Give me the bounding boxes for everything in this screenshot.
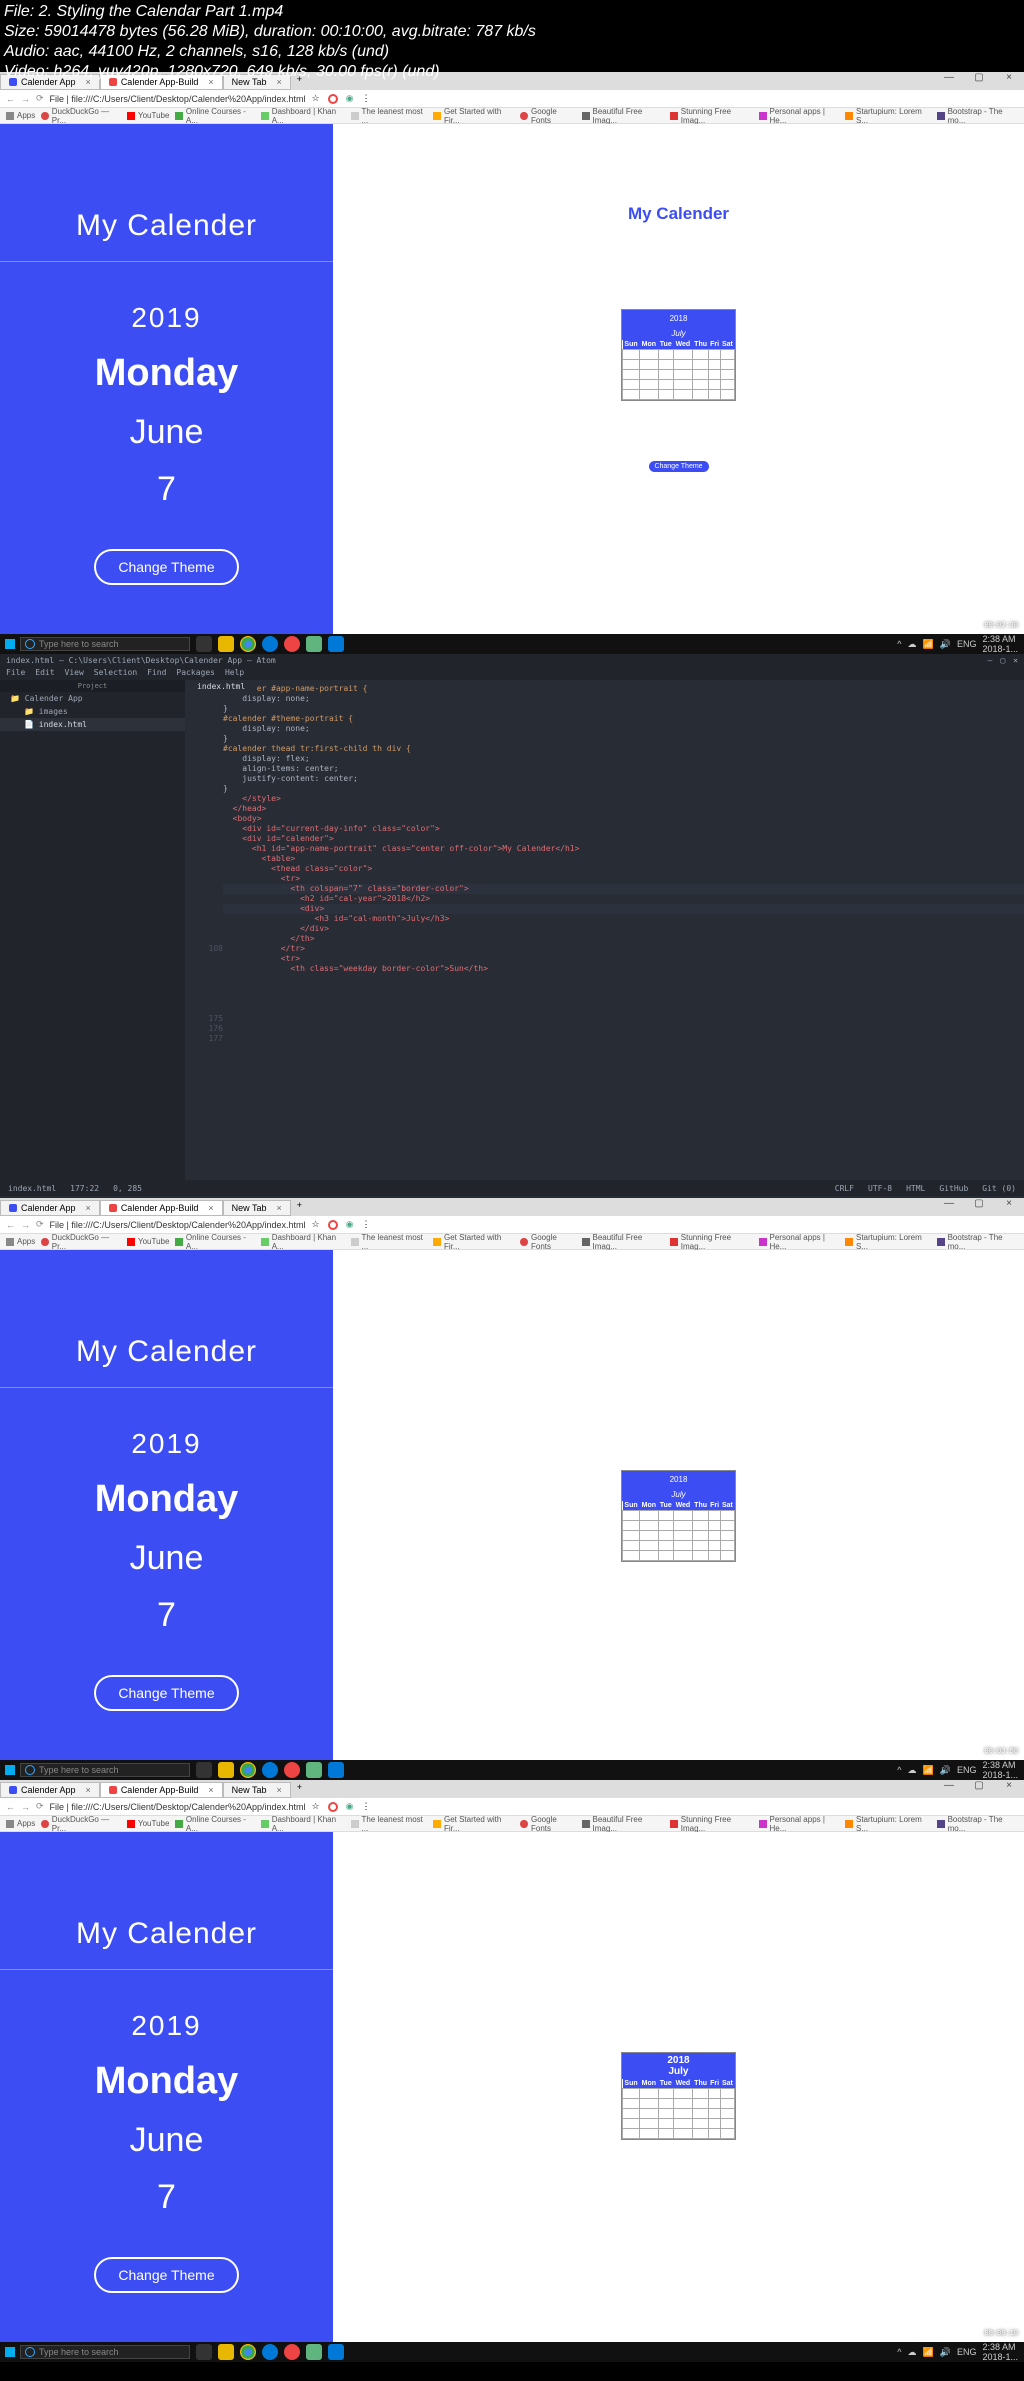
project-tree: Project 📁 Calender App 📁 images 📄 index.…	[0, 680, 185, 1180]
tree-folder[interactable]: 📁 Calender App	[0, 692, 185, 705]
bookmark-item[interactable]: DuckDuckGo — Pr...	[41, 107, 121, 125]
bookmark-item[interactable]: Google Fonts	[520, 107, 576, 125]
video-timestamp: 00:03:50	[984, 1748, 1018, 1756]
screenshot-1: Calender App× Calender App-Build× New Ta…	[0, 72, 1024, 654]
change-theme-pill[interactable]: Change Theme	[649, 461, 709, 472]
start-button[interactable]	[0, 634, 20, 654]
current-date: 7	[157, 470, 176, 509]
current-weekday: Monday	[95, 352, 239, 395]
bookmark-item[interactable]: Bootstrap - The mo...	[937, 107, 1018, 125]
atom-editor: index.html — C:\Users\Client\Desktop\Cal…	[0, 654, 1024, 1198]
status-sel: 0, 285	[113, 1184, 142, 1193]
screenshot-3: Calender App×Calender App-Build×New Tab×…	[0, 1780, 1024, 2362]
menu-item[interactable]: Find	[147, 668, 166, 680]
atom-titlebar: index.html — C:\Users\Client\Desktop\Cal…	[0, 654, 1024, 668]
opera-icon[interactable]	[284, 636, 300, 652]
main-panel: My Calender 2018 July SunMonTueWedThuFri…	[333, 124, 1024, 634]
windows-icon	[5, 639, 15, 649]
maximize-icon[interactable]: ▢	[1000, 656, 1005, 666]
minimize-icon[interactable]: —	[988, 656, 993, 666]
vscode-icon[interactable]	[328, 636, 344, 652]
status-github[interactable]: GitHub	[939, 1184, 968, 1193]
video-timestamp: 00:08:10	[984, 2330, 1018, 2338]
status-eol[interactable]: CRLF	[835, 1184, 854, 1193]
change-theme-button[interactable]: Change Theme	[94, 549, 238, 585]
menu-icon[interactable]: ⋮	[361, 93, 370, 104]
bookmark-item[interactable]: Startupium: Lorem S...	[845, 107, 931, 125]
reload-icon[interactable]: ⟳	[36, 93, 44, 104]
bookmark-item[interactable]: Stunning Free Imag...	[670, 107, 753, 125]
mini-month: July	[622, 327, 735, 340]
star-icon[interactable]: ☆	[312, 93, 320, 104]
app-title: My Calender	[0, 209, 333, 262]
opera-icon[interactable]	[328, 94, 338, 104]
code-editor[interactable]: 108 175176177 #calender #app-name-portra…	[185, 680, 1024, 1180]
mini-calendar: 2018 July SunMonTueWedThuFriSat	[621, 309, 736, 401]
mini-calendar-table: SunMonTueWedThuFriSat	[622, 340, 735, 400]
address-bar: ← → ⟳ File | file:///C:/Users/Client/Des…	[0, 90, 1024, 108]
onedrive-icon[interactable]: ☁	[908, 639, 917, 650]
tree-file[interactable]: 📄 index.html	[0, 718, 185, 731]
media-info-overlay: File: 2. Styling the Calendar Part 1.mp4…	[0, 0, 540, 84]
tree-folder[interactable]: 📁 images	[0, 705, 185, 718]
close-icon[interactable]: ×	[1013, 656, 1018, 666]
screenshot-2: Calender App×Calender App-Build×New Tab×…	[0, 1198, 1024, 1780]
bookmark-item[interactable]: Apps	[6, 111, 35, 120]
tree-header: Project	[0, 680, 185, 692]
taskbar: Type here to search ^ ☁ 📶 🔊 ENG 2:38 AM2018-1…	[0, 634, 1024, 654]
search-input[interactable]: Type here to search	[20, 637, 190, 651]
menu-item[interactable]: Edit	[35, 668, 54, 680]
menu-item[interactable]: File	[6, 668, 25, 680]
language-indicator[interactable]: ENG	[957, 639, 977, 649]
forward-icon[interactable]: →	[21, 94, 30, 104]
change-theme-button[interactable]: Change Theme	[94, 2257, 238, 2293]
status-lang[interactable]: HTML	[906, 1184, 925, 1193]
menu-item[interactable]: Help	[225, 668, 244, 680]
bookmark-item[interactable]: Dashboard | Khan A...	[261, 107, 345, 125]
status-file: index.html	[8, 1184, 56, 1193]
shield-icon[interactable]: ◉	[346, 93, 354, 104]
wifi-icon[interactable]: 📶	[923, 639, 934, 650]
status-encoding[interactable]: UTF-8	[868, 1184, 892, 1193]
clock[interactable]: 2:38 AM2018-1...	[982, 634, 1018, 654]
mini-calendar: 2018JulySunMonTueWedThuFriSat	[621, 1470, 736, 1562]
mini-year: 2018	[622, 310, 735, 327]
atom-statusbar: index.html 177:22 0, 285 CRLF UTF-8 HTML…	[0, 1180, 1024, 1196]
menu-item[interactable]: Packages	[176, 668, 215, 680]
menu-item[interactable]: Selection	[94, 668, 137, 680]
back-icon[interactable]: ←	[6, 94, 15, 104]
cortana-icon	[25, 639, 35, 649]
status-cursor: 177:22	[70, 1184, 99, 1193]
url-field[interactable]: File | file:///C:/Users/Client/Desktop/C…	[50, 94, 306, 104]
bookmark-item[interactable]: YouTube	[127, 111, 169, 120]
volume-icon[interactable]: 🔊	[940, 639, 951, 650]
bookmark-item[interactable]: Personal apps | He...	[759, 107, 839, 125]
video-timestamp: 00:02:30	[984, 622, 1018, 630]
bookmark-item[interactable]: Get Started with Fir...	[433, 107, 514, 125]
close-icon[interactable]: ×	[994, 72, 1024, 90]
change-theme-button[interactable]: Change Theme	[94, 1675, 238, 1711]
task-icon[interactable]	[196, 636, 212, 652]
chrome-icon[interactable]	[240, 636, 256, 652]
status-git[interactable]: Git (0)	[982, 1184, 1016, 1193]
minimize-icon[interactable]: —	[934, 72, 964, 90]
bookmark-item[interactable]: Online Courses - A...	[175, 107, 255, 125]
app-title-right: My Calender	[333, 204, 1024, 224]
edge-icon[interactable]	[262, 636, 278, 652]
current-year: 2019	[131, 302, 201, 334]
mini-calendar: 2018July SunMonTueWedThuFriSat	[621, 2052, 736, 2140]
bookmarks-bar: Apps DuckDuckGo — Pr... YouTube Online C…	[0, 108, 1024, 124]
editor-tab[interactable]: index.html	[185, 680, 257, 694]
current-month: June	[130, 413, 204, 452]
explorer-icon[interactable]	[218, 636, 234, 652]
sidebar-panel: My Calender 2019 Monday June 7 Change Th…	[0, 124, 333, 634]
maximize-icon[interactable]: ▢	[964, 72, 994, 90]
up-icon[interactable]: ^	[897, 639, 901, 649]
atom-menubar: File Edit View Selection Find Packages H…	[0, 668, 1024, 680]
bookmark-item[interactable]: Beautiful Free Imag...	[582, 107, 664, 125]
menu-item[interactable]: View	[65, 668, 84, 680]
bookmark-item[interactable]: The leanest most ...	[351, 107, 427, 125]
atom-icon[interactable]	[306, 636, 322, 652]
